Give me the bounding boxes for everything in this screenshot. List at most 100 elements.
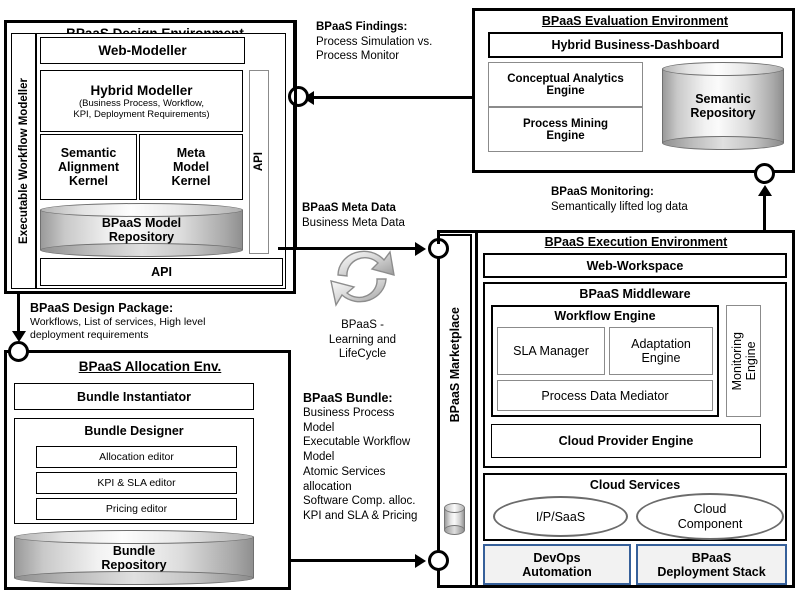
process-data-mediator-label: Process Data Mediator [541,388,669,403]
marketplace-repository-icon [444,503,465,535]
bundle-instantiator-label: Bundle Instantiator [77,389,191,404]
learning-lifecycle-line-3: LifeCycle [338,348,387,361]
cloud-component-label: Cloud Component [677,502,743,531]
bpaas-marketplace-text: BPaaS Marketplace [447,307,462,423]
process-data-mediator-box[interactable]: Process Data Mediator [497,380,713,411]
monitoring-annotation: BPaaS Monitoring: Semantically lifted lo… [551,185,771,214]
bundle-connector-node [428,550,449,571]
adaptation-engine-box[interactable]: Adaptation Engine [609,327,713,375]
web-modeller-label: Web-Modeller [98,43,187,58]
design-package-annotation: BPaaS Design Package: Workflows, List of… [30,300,280,343]
semantic-alignment-kernel-label: Semantic Alignment Kernel [57,146,120,188]
small-cylinder-bottom [444,525,465,535]
bpaas-model-repository-label: BPaaS Model Repository [101,216,182,244]
allocation-environment-title: BPaaS Allocation Env. [78,359,222,375]
meta-model-kernel-label: Meta Model Kernel [171,146,211,188]
cloud-provider-engine-label: Cloud Provider Engine [558,434,694,448]
cloud-component-ellipse[interactable]: Cloud Component [636,493,784,540]
bundle-item: Model [303,421,335,434]
hybrid-business-dashboard-box[interactable]: Hybrid Business-Dashboard [488,32,783,58]
bundle-item: Executable Workflow [303,436,411,449]
bpaas-deployment-stack-label: BPaaS Deployment Stack [657,550,766,579]
diagram-canvas: BPaaS Design Environment Executable Work… [0,0,800,600]
bundle-item: allocation [303,480,352,493]
process-mining-engine-box[interactable]: Process Mining Engine [488,107,643,152]
executable-workflow-modeller-strip: Executable Workflow Modeller [11,33,36,289]
devops-automation-box[interactable]: DevOps Automation [483,544,631,585]
bundle-item: Software Comp. alloc. [303,495,416,508]
executable-workflow-modeller-label: Executable Workflow Modeller [17,78,30,244]
bpaas-deployment-stack-box[interactable]: BPaaS Deployment Stack [636,544,787,585]
execution-environment-title: BPaaS Execution Environment [544,235,728,249]
design-package-connector-node [8,341,29,362]
hybrid-modeller-title: Hybrid Modeller [90,82,193,98]
bpaas-middleware-label: BPaaS Middleware [579,287,691,301]
findings-heading: BPaaS Findings: [316,21,408,33]
design-api-side-box[interactable]: API [249,70,269,254]
pricing-editor-box[interactable]: Pricing editor [36,498,237,520]
monitoring-line-1: Semantically lifted log data [551,200,688,213]
web-workspace-box[interactable]: Web-Workspace [483,253,787,278]
monitoring-engine-label: Monitoring Engine [729,331,758,391]
bundle-instantiator-box[interactable]: Bundle Instantiator [14,383,254,410]
learning-lifecycle-annotation: BPaaS - Learning and LifeCycle [305,318,420,362]
cycle-arrows-svg [330,250,395,307]
workflow-engine-label: Workflow Engine [554,309,656,323]
marketplace-bottom-horizontal-line [437,585,479,588]
marketplace-left-spine [437,256,440,562]
bpaas-model-repository[interactable]: BPaaS Model Repository [40,203,243,257]
design-package-heading: BPaaS Design Package: [30,301,174,315]
metadata-annotation: BPaaS Meta Data Business Meta Data [302,201,452,230]
bundle-item: Atomic Services [303,465,386,478]
design-api-bottom-box[interactable]: API [40,258,283,286]
allocation-editor-label: Allocation editor [99,451,174,463]
web-workspace-label: Web-Workspace [586,258,684,273]
bundle-items-list: Business Process Model Executable Workflow… [303,406,435,524]
bundle-annotation: BPaaS Bundle: Business Process Model Execu… [303,390,435,524]
kpi-sla-editor-box[interactable]: KPI & SLA editor [36,472,237,494]
hybrid-modeller-subtitle-2: KPI, Deployment Requirements) [73,108,210,120]
adaptation-engine-label: Adaptation Engine [631,337,691,365]
bundle-repository-label: Bundle Repository [101,543,167,572]
bundle-item: KPI and SLA & Pricing [303,510,418,523]
allocation-editor-box[interactable]: Allocation editor [36,446,237,468]
findings-line-1: Process Simulation vs. [316,35,433,48]
bundle-connector-line [290,559,418,562]
hybrid-modeller-box[interactable]: Hybrid Modeller (Business Process, Workf… [40,70,243,132]
bundle-item: Model [303,451,335,464]
marketplace-top-horizontal-line [437,230,479,233]
learning-lifecycle-line-1: BPaaS - [341,319,384,331]
process-mining-engine-label: Process Mining Engine [523,117,608,142]
findings-connector-line [313,96,473,99]
semantic-repository[interactable]: Semantic Repository [662,62,784,150]
design-right-vertical-line [294,20,297,250]
bpaas-marketplace-label: BPaaS Marketplace [437,300,472,430]
design-api-side-label: API [253,152,265,172]
ip-saas-ellipse[interactable]: I/P/SaaS [493,496,628,537]
bundle-repository[interactable]: Bundle Repository [14,530,254,585]
meta-model-kernel-box[interactable]: Meta Model Kernel [139,134,243,200]
monitoring-connector-node [754,163,775,184]
sla-manager-box[interactable]: SLA Manager [497,327,605,375]
web-modeller-box[interactable]: Web-Modeller [40,37,245,64]
cloud-services-label: Cloud Services [589,478,681,492]
findings-line-2: Process Monitor [316,50,400,63]
learning-lifecycle-icon [316,235,408,315]
monitoring-engine-box[interactable]: Monitoring Engine [726,305,761,417]
conceptual-analytics-engine-box[interactable]: Conceptual Analytics Engine [488,62,643,107]
bundle-arrowhead [415,553,426,568]
bundle-heading: BPaaS Bundle: [303,391,393,405]
cloud-provider-engine-box[interactable]: Cloud Provider Engine [491,424,761,458]
metadata-line-1: Business Meta Data [302,216,405,229]
metadata-heading: BPaaS Meta Data [302,202,396,214]
hybrid-business-dashboard-label: Hybrid Business-Dashboard [551,38,720,52]
design-api-bottom-label: API [151,265,172,279]
bundle-designer-label: Bundle Designer [84,424,184,438]
design-package-line-2: deployment requirements [30,329,149,342]
semantic-repository-label: Semantic Repository [690,92,756,120]
pricing-editor-label: Pricing editor [105,503,168,515]
hybrid-modeller-subtitle-1: (Business Process, Workflow, [79,97,204,109]
semantic-alignment-kernel-box[interactable]: Semantic Alignment Kernel [40,134,137,200]
evaluation-environment-title: BPaaS Evaluation Environment [541,14,729,28]
monitoring-heading: BPaaS Monitoring: [551,186,654,198]
